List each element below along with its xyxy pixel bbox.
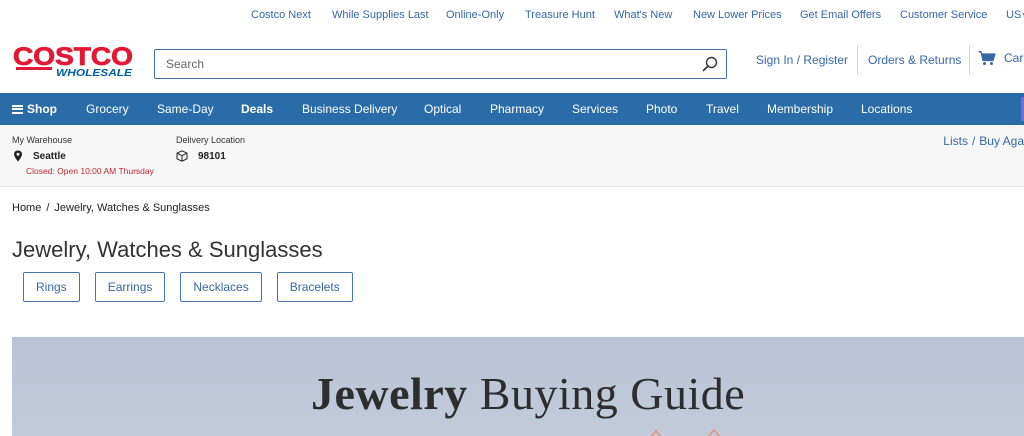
utility-link-while-supplies-last[interactable]: While Supplies Last xyxy=(332,9,429,21)
utility-link-customer-service[interactable]: Customer Service xyxy=(900,9,987,21)
utility-link-get-email-offers[interactable]: Get Email Offers xyxy=(800,9,881,21)
location-pin-icon xyxy=(14,150,22,162)
lists-links: Lists / Buy Aga xyxy=(943,134,1024,148)
header: COSTCO WHOLESALE Sign In / Register Orde… xyxy=(0,31,1024,93)
chip-bracelets[interactable]: Bracelets xyxy=(276,272,353,302)
nav-item-same-day[interactable]: Same-Day xyxy=(157,102,214,116)
breadcrumb-home[interactable]: Home xyxy=(12,202,41,214)
chip-necklaces[interactable]: Necklaces xyxy=(180,272,262,302)
cart-label: Car xyxy=(1004,51,1024,65)
nav-item-services[interactable]: Services xyxy=(572,102,618,116)
category-chips: Rings Earrings Necklaces Bracelets xyxy=(23,272,353,302)
delivery-value: 98101 xyxy=(198,150,226,162)
header-divider xyxy=(969,45,970,75)
nav-item-grocery[interactable]: Grocery xyxy=(86,102,129,116)
sign-in-register-link[interactable]: Sign In / Register xyxy=(756,53,848,67)
banner-title-rest: Buying Guide xyxy=(467,368,746,419)
buy-again-link[interactable]: Buy Aga xyxy=(979,134,1024,148)
delivery-label: Delivery Location xyxy=(176,135,246,145)
nav-item-business-delivery[interactable]: Business Delivery xyxy=(302,102,397,116)
chip-earrings[interactable]: Earrings xyxy=(94,272,166,302)
utility-link-whats-new[interactable]: What's New xyxy=(614,9,672,21)
breadcrumb: Home / Jewelry, Watches & Sunglasses xyxy=(12,202,210,214)
jewelry-buying-guide-banner[interactable]: Jewelry Buying Guide xyxy=(12,337,1024,436)
hamburger-icon xyxy=(12,104,23,114)
shop-menu-button[interactable]: Shop xyxy=(12,102,57,116)
nav-item-photo[interactable]: Photo xyxy=(646,102,677,116)
package-icon xyxy=(176,150,188,162)
warehouse-selector[interactable]: Seattle xyxy=(13,150,66,162)
nav-item-membership[interactable]: Membership xyxy=(767,102,833,116)
nav-item-locations[interactable]: Locations xyxy=(861,102,912,116)
banner-decoration xyxy=(650,429,721,436)
header-divider xyxy=(857,45,858,75)
banner-title-strong: Jewelry xyxy=(311,368,468,419)
cart-link[interactable]: Car xyxy=(978,50,1023,66)
search-icon xyxy=(702,56,718,72)
breadcrumb-current: Jewelry, Watches & Sunglasses xyxy=(54,202,210,214)
country-label: US xyxy=(1006,9,1022,21)
logo-secondary-text: WHOLESALE xyxy=(56,68,132,79)
orders-returns-link[interactable]: Orders & Returns xyxy=(868,53,961,67)
location-bar: My Warehouse Seattle Closed: Open 10:00 … xyxy=(0,125,1024,187)
warehouse-value: Seattle xyxy=(33,150,66,162)
utility-link-online-only[interactable]: Online-Only xyxy=(446,9,504,21)
costco-logo[interactable]: COSTCO WHOLESALE xyxy=(12,43,136,79)
country-selector[interactable]: US xyxy=(1006,9,1024,21)
chip-rings[interactable]: Rings xyxy=(23,272,80,302)
shop-label: Shop xyxy=(27,102,57,116)
nav-item-pharmacy[interactable]: Pharmacy xyxy=(490,102,544,116)
cart-icon xyxy=(978,50,996,65)
page-title: Jewelry, Watches & Sunglasses xyxy=(12,237,323,262)
utility-link-new-lower-prices[interactable]: New Lower Prices xyxy=(693,9,782,21)
delivery-location-selector[interactable]: 98101 xyxy=(176,150,226,162)
search-box xyxy=(154,49,727,79)
lists-link[interactable]: Lists xyxy=(943,134,968,148)
breadcrumb-separator: / xyxy=(46,202,50,214)
utility-link-treasure-hunt[interactable]: Treasure Hunt xyxy=(525,9,595,21)
warehouse-status: Closed: Open 10:00 AM Thursday xyxy=(26,166,154,176)
nav-item-deals[interactable]: Deals xyxy=(241,102,273,116)
utility-bar: Costco Next While Supplies Last Online-O… xyxy=(0,0,1024,31)
warehouse-label: My Warehouse xyxy=(12,135,73,145)
nav-item-travel[interactable]: Travel xyxy=(706,102,739,116)
search-button[interactable] xyxy=(702,56,718,72)
logo-primary-text: COSTCO xyxy=(13,43,133,71)
search-input[interactable] xyxy=(155,50,695,78)
main-nav: Shop Grocery Same-Day Deals Business Del… xyxy=(0,93,1024,125)
utility-link-costco-next[interactable]: Costco Next xyxy=(251,9,311,21)
nav-item-optical[interactable]: Optical xyxy=(424,102,461,116)
lists-separator: / xyxy=(971,134,976,148)
banner-title: Jewelry Buying Guide xyxy=(311,367,745,420)
